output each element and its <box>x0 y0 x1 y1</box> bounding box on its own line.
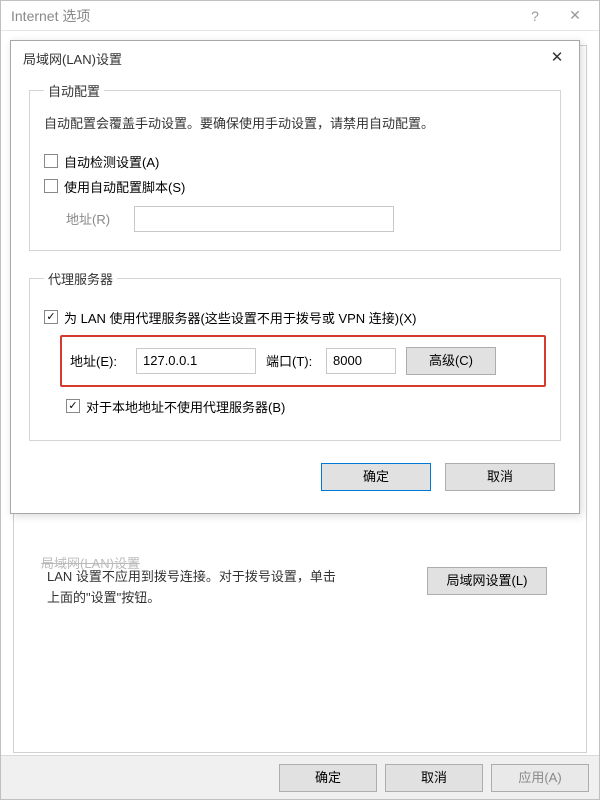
parent-apply-button[interactable]: 应用(A) <box>491 764 589 792</box>
auto-config-legend: 自动配置 <box>44 81 104 100</box>
use-proxy-checkbox[interactable] <box>44 310 58 324</box>
proxy-address-label: 地址(E): <box>70 351 126 370</box>
use-script-label: 使用自动配置脚本(S) <box>64 177 185 196</box>
script-address-row: 地址(R) <box>44 206 546 232</box>
proxy-port-label: 端口(T): <box>266 351 316 370</box>
parent-title: Internet 选项 <box>11 6 90 26</box>
dialog-titlebar: 局域网(LAN)设置 ✕ <box>11 41 579 75</box>
use-proxy-row[interactable]: 为 LAN 使用代理服务器(这些设置不用于拨号或 VPN 连接)(X) <box>44 308 546 327</box>
dialog-close-icon[interactable]: ✕ <box>537 44 577 72</box>
proxy-server-legend: 代理服务器 <box>44 269 117 288</box>
auto-config-group: 自动配置 自动配置会覆盖手动设置。要确保使用手动设置，请禁用自动配置。 自动检测… <box>29 81 561 251</box>
parent-ok-button[interactable]: 确定 <box>279 764 377 792</box>
proxy-address-port-row: 地址(E): 端口(T): 高级(C) <box>60 335 546 387</box>
proxy-port-input[interactable] <box>326 348 396 374</box>
dialog-body: 自动配置 自动配置会覆盖手动设置。要确保使用手动设置，请禁用自动配置。 自动检测… <box>11 75 579 513</box>
script-address-label: 地址(R) <box>66 209 122 228</box>
bypass-local-label: 对于本地地址不使用代理服务器(B) <box>86 397 285 416</box>
dialog-ok-button[interactable]: 确定 <box>321 463 431 491</box>
close-icon[interactable]: ✕ <box>555 7 595 24</box>
auto-detect-row[interactable]: 自动检测设置(A) <box>44 152 546 171</box>
proxy-advanced-button[interactable]: 高级(C) <box>406 347 496 375</box>
auto-detect-label: 自动检测设置(A) <box>64 152 159 171</box>
parent-lan-block: LAN 设置不应用到拨号连接。对于拨号设置，单击上面的"设置"按钮。 局域网设置… <box>47 567 547 609</box>
auto-config-hint: 自动配置会覆盖手动设置。要确保使用手动设置，请禁用自动配置。 <box>44 114 546 134</box>
use-proxy-label: 为 LAN 使用代理服务器(这些设置不用于拨号或 VPN 连接)(X) <box>64 308 416 327</box>
use-script-checkbox[interactable] <box>44 179 58 193</box>
dialog-cancel-button[interactable]: 取消 <box>445 463 555 491</box>
parent-cancel-button[interactable]: 取消 <box>385 764 483 792</box>
dialog-title: 局域网(LAN)设置 <box>23 49 122 68</box>
auto-detect-checkbox[interactable] <box>44 154 58 168</box>
dialog-footer: 确定 取消 <box>29 459 561 495</box>
proxy-address-input[interactable] <box>136 348 256 374</box>
use-script-row[interactable]: 使用自动配置脚本(S) <box>44 177 546 196</box>
script-address-input <box>134 206 394 232</box>
bypass-local-row[interactable]: 对于本地地址不使用代理服务器(B) <box>66 397 546 416</box>
lan-settings-dialog: 局域网(LAN)设置 ✕ 自动配置 自动配置会覆盖手动设置。要确保使用手动设置，… <box>10 40 580 514</box>
help-icon[interactable]: ? <box>515 8 555 24</box>
parent-footer: 确定 取消 应用(A) <box>1 755 599 799</box>
lan-settings-button[interactable]: 局域网设置(L) <box>427 567 547 595</box>
parent-lan-text: LAN 设置不应用到拨号连接。对于拨号设置，单击上面的"设置"按钮。 <box>47 567 347 609</box>
proxy-server-group: 代理服务器 为 LAN 使用代理服务器(这些设置不用于拨号或 VPN 连接)(X… <box>29 269 561 441</box>
bypass-local-checkbox[interactable] <box>66 399 80 413</box>
parent-titlebar: Internet 选项 ? ✕ <box>1 1 599 31</box>
